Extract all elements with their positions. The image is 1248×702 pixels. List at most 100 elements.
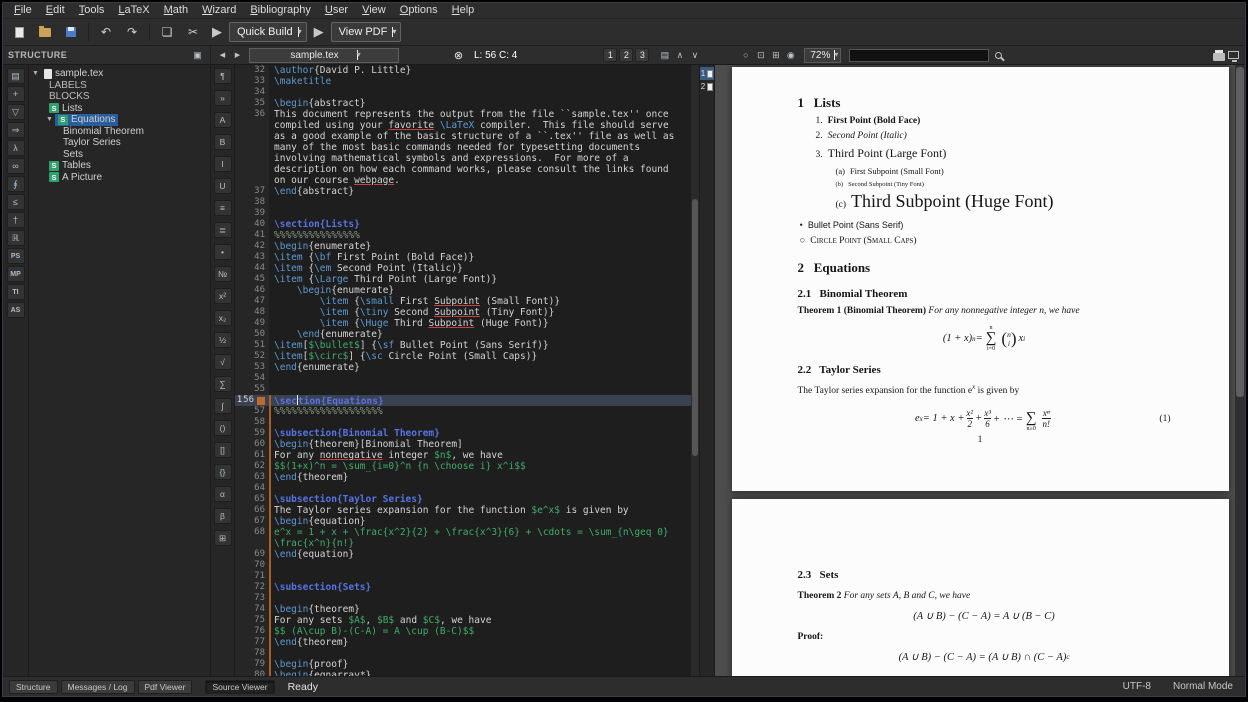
pdf-page-2[interactable]: 2.3 Sets Theorem 2 For any sets A, B and… [732, 499, 1229, 676]
editor-line[interactable]: 52\item[$\circ$] {\sc Circle Point (Smal… [235, 351, 699, 362]
source-editor[interactable]: 32\author{David P. Little}33\maketitle34… [235, 65, 699, 676]
blackboard-letters-icon[interactable]: ℝ [7, 230, 25, 246]
subscript-icon[interactable]: x₂ [214, 310, 232, 326]
editor-line[interactable]: 59\subsection{Binomial Theorem} [235, 428, 699, 439]
structure-item-tables[interactable]: STables [29, 160, 210, 172]
prev-document-icon[interactable]: ◀ [215, 48, 230, 63]
bookmark-3-button[interactable]: 3 [635, 48, 649, 62]
editor-line[interactable]: 44\item {\em Second Point (Italic)} [235, 263, 699, 274]
bookmark-1-button[interactable]: 1 [603, 48, 617, 62]
chevron-down-icon[interactable]: ▾ [392, 27, 393, 37]
alpha-icon[interactable]: α [214, 486, 232, 502]
fit-width-icon[interactable]: ⊞ [768, 48, 783, 63]
editor-line[interactable]: description on how each command works, p… [235, 164, 699, 175]
redo-icon[interactable]: ↷ [120, 21, 144, 43]
pdf-search-input[interactable] [849, 49, 989, 62]
editor-line[interactable]: 37\end{abstract} [235, 186, 699, 197]
run-quick-build-icon[interactable]: ▶ [212, 24, 222, 40]
editor-line[interactable]: 57%%%%%%%%%%%%%%%%%%% [235, 406, 699, 417]
structure-item-sample-tex[interactable]: ▼sample.tex [29, 68, 210, 80]
editor-line[interactable]: 47 \item {\small First Subpoint (Small F… [235, 296, 699, 307]
superscript-icon[interactable]: x² [214, 288, 232, 304]
greek-letters-icon[interactable]: λ [7, 140, 25, 156]
menu-tools[interactable]: Tools [72, 3, 112, 18]
enumerate-icon[interactable]: № [214, 266, 232, 282]
menu-bibliography[interactable]: Bibliography [243, 3, 318, 18]
statusbar-tab-messages-log[interactable]: Messages / Log [61, 680, 135, 694]
presentation-eye-icon[interactable]: ◉ [783, 48, 798, 63]
structure-item-blocks[interactable]: BLOCKS [29, 91, 210, 103]
external-viewer-icon[interactable] [1226, 48, 1241, 63]
pdf-viewer[interactable]: 1 Lists 1.First Point (Bold Face)2.Secon… [715, 65, 1245, 676]
editor-line[interactable]: 78 [235, 648, 699, 659]
quick-build-button[interactable]: Quick Build ▾ [229, 22, 307, 42]
expand-arrow-icon[interactable]: ▼ [46, 116, 53, 123]
editor-line[interactable]: 38 [235, 197, 699, 208]
editor-line[interactable]: \frac{x^n}{n!} [235, 538, 699, 549]
parentheses-icon[interactable]: () [214, 420, 232, 436]
editor-line[interactable]: 69\end{equation} [235, 549, 699, 560]
structure-item-sets[interactable]: Sets [29, 149, 210, 161]
arrow-symbols-icon[interactable]: ⇒ [7, 122, 25, 138]
relation-symbols-icon[interactable]: ▽ [7, 104, 25, 120]
metapost-icon[interactable]: MP [7, 266, 25, 282]
structure-view-icon[interactable]: ▤ [7, 68, 25, 84]
editor-scrollbar-thumb[interactable] [692, 199, 698, 456]
underline-icon[interactable]: U [214, 178, 232, 194]
structure-item-binomial-theorem[interactable]: Binomial Theorem [29, 126, 210, 138]
menu-help[interactable]: Help [445, 3, 482, 18]
cut-icon[interactable]: ✂ [181, 21, 205, 43]
expand-arrow-icon[interactable]: ▼ [32, 70, 39, 77]
pdf-scrollbar-thumb[interactable] [1236, 67, 1244, 397]
misc-text-icon[interactable]: † [7, 212, 25, 228]
menu-view[interactable]: View [355, 3, 393, 18]
structure-item-a-picture[interactable]: SA Picture [29, 172, 210, 184]
editor-line[interactable]: 49 \item {\Huge Third Subpoint (Huge Fon… [235, 318, 699, 329]
editor-line[interactable]: 39 [235, 208, 699, 219]
editor-line[interactable]: 75For any sets $A$, $B$ and $C$, we have [235, 615, 699, 626]
undo-icon[interactable]: ↶ [94, 21, 118, 43]
sum-icon[interactable]: ∑ [214, 376, 232, 392]
pdf-page-thumb-1[interactable]: 1 [700, 67, 714, 80]
italic-icon[interactable]: I [214, 156, 232, 172]
editor-scrollbar[interactable] [691, 65, 699, 676]
integral-icon[interactable]: ∫ [214, 398, 232, 414]
menu-wizard[interactable]: Wizard [195, 3, 243, 18]
align-center-icon[interactable]: ≣ [214, 222, 232, 238]
editor-line[interactable]: 54 [235, 373, 699, 384]
chevron-down-icon[interactable]: ▾ [298, 27, 299, 37]
tikz-icon[interactable]: TI [7, 284, 25, 300]
editor-line[interactable]: 77\end{theorem} [235, 637, 699, 648]
editor-current-line[interactable]: 156\section{Equations} [235, 395, 699, 406]
editor-line[interactable]: 50 \end{enumerate} [235, 329, 699, 340]
pstricks-icon[interactable]: PS [7, 248, 25, 264]
editor-line[interactable]: 74\begin{theorem} [235, 604, 699, 615]
rotate-page-icon[interactable]: ○ [738, 48, 753, 63]
open-folder-icon[interactable] [33, 21, 57, 43]
editor-line[interactable]: 63\end{theorem} [235, 472, 699, 483]
chevron-down-nav-icon[interactable]: ∨ [687, 48, 702, 63]
statusbar-tab-pdf-viewer[interactable]: Pdf Viewer [138, 680, 193, 694]
editor-line[interactable]: on our course webpage. [235, 175, 699, 186]
new-file-icon[interactable] [7, 21, 31, 43]
pdf-page-1[interactable]: 1 Lists 1.First Point (Bold Face)2.Secon… [732, 67, 1229, 491]
chevron-up-icon[interactable]: ∧ [672, 48, 687, 63]
paragraph-icon[interactable]: ¶ [214, 68, 232, 84]
editor-line[interactable]: compiled using your favorite \LaTeX comp… [235, 120, 699, 131]
menu-file[interactable]: File [7, 3, 39, 18]
editor-line[interactable]: 53\end{enumerate} [235, 362, 699, 373]
math-operators-icon[interactable]: ∮ [7, 176, 25, 192]
menu-edit[interactable]: Edit [39, 3, 72, 18]
beta-icon[interactable]: β [214, 508, 232, 524]
block-list-icon[interactable]: ▤ [657, 48, 672, 63]
editor-line[interactable]: 60\begin{theorem}[Binomial Theorem] [235, 439, 699, 450]
binary-relation-icon[interactable]: ≤ [7, 194, 25, 210]
structure-item-labels[interactable]: LABELS [29, 80, 210, 92]
print-icon[interactable] [1211, 48, 1226, 63]
copy-icon[interactable]: ❏ [155, 21, 179, 43]
editor-line[interactable]: 58 [235, 417, 699, 428]
structure-item-taylor-series[interactable]: Taylor Series [29, 137, 210, 149]
editor-line[interactable]: 55 [235, 384, 699, 395]
search-icon[interactable] [991, 48, 1006, 63]
statusbar-tab-source-viewer[interactable]: Source Viewer [205, 680, 274, 694]
